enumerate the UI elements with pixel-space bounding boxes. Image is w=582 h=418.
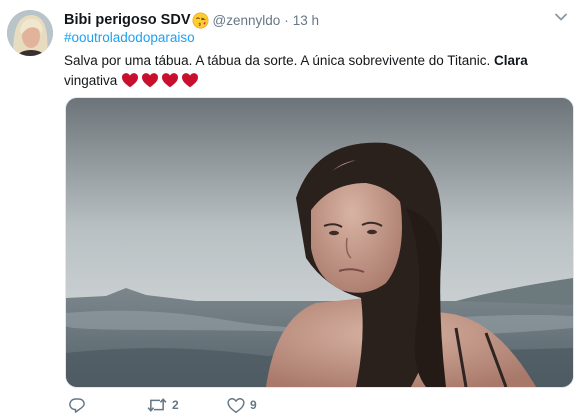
retweet-button[interactable]: 2 (147, 396, 179, 414)
header-separator: · (284, 12, 289, 28)
retweet-count: 2 (172, 398, 179, 412)
red-heart-emoji-icon (182, 73, 199, 88)
tweet[interactable]: Bibi perigoso SDV @zennyldo · 13 h #oout… (0, 0, 582, 418)
tweet-text-main: Salva por uma tábua. A tábua da sorte. A… (64, 53, 495, 68)
like-button[interactable]: 9 (227, 396, 257, 414)
tweet-timestamp[interactable]: 13 h (293, 13, 319, 28)
hashtag-link[interactable]: #ooutroladodoparaiso (64, 30, 195, 45)
photo-image (66, 98, 573, 387)
avatar[interactable] (7, 10, 53, 56)
retweet-icon (147, 398, 167, 412)
tweet-text: Salva por uma tábua. A tábua da sorte. A… (64, 51, 564, 91)
chevron-down-icon[interactable] (554, 12, 568, 22)
tweet-header: Bibi perigoso SDV @zennyldo · 13 h (64, 10, 319, 30)
tweet-text-end: vingativa (64, 73, 118, 88)
reply-icon (69, 398, 85, 413)
tweet-photo[interactable] (65, 97, 574, 388)
author-display-name[interactable]: Bibi perigoso SDV (64, 12, 191, 28)
author-handle[interactable]: @zennyldo (213, 13, 281, 28)
red-heart-emoji-icon (162, 73, 179, 88)
like-count: 9 (250, 398, 257, 412)
heart-icon (227, 397, 245, 413)
tweet-text-bold: Clara (494, 53, 528, 68)
red-heart-emoji-icon (122, 73, 139, 88)
avatar-image (7, 10, 53, 56)
red-heart-emoji-icon (142, 73, 159, 88)
reply-button[interactable] (68, 396, 86, 414)
hearts-emoji-group (121, 72, 199, 88)
kissing-face-emoji-icon (192, 12, 208, 28)
